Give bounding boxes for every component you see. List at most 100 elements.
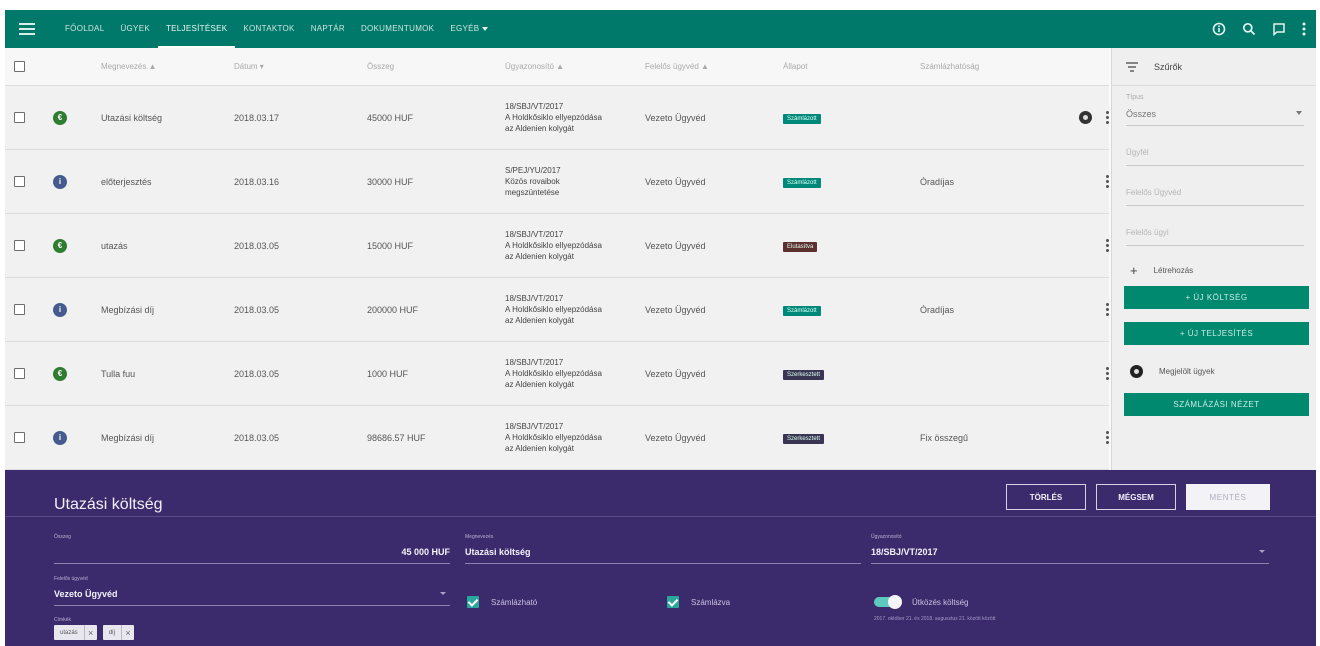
row-lawyer: Vezeto Ügyvéd (645, 368, 706, 379)
lawyer-dropdown-icon (440, 592, 446, 595)
row-date: 2018.03.16 (234, 176, 280, 187)
save-button[interactable]: Mentés (1186, 484, 1270, 510)
nav-dokumentumok[interactable]: Dokumentumok (353, 10, 442, 48)
type-caret-icon (1296, 111, 1302, 115)
header-name[interactable]: Megnevezés ▲ (101, 62, 234, 71)
header-case[interactable]: Ügyazonosító ▲ (505, 62, 645, 71)
table-row[interactable]: i előterjesztés 2018.03.16 30000 HUF S/PEJ/Y… (5, 150, 1109, 214)
settings-icon[interactable] (1079, 111, 1092, 124)
row-case[interactable]: 18/SBJ/VT/2017 A Holdkősiklo ellyepzódása… (505, 357, 645, 390)
invoice-view-button[interactable]: Számlázási nézet (1124, 393, 1309, 416)
header-state[interactable]: Állapot (783, 62, 920, 71)
nav-kontaktok[interactable]: Kontaktok (235, 10, 302, 48)
table-body: € Utazási költség 2018.03.17 45000 HUF 18/SB… (5, 86, 1109, 470)
row-checkbox[interactable] (14, 112, 25, 123)
header-amount[interactable]: Összeg (367, 62, 505, 71)
row-invoice: Fix összegű (920, 432, 969, 443)
performances-table: Megnevezés ▲ Dátum ▾ Összeg Ügyazonosító… (5, 48, 1109, 470)
chat-icon[interactable] (1272, 22, 1286, 36)
cancel-button[interactable]: Mégsem (1096, 484, 1176, 510)
row-case[interactable]: 18/SBJ/VT/2017 A Holdkősiklo ellyepzódása… (505, 421, 645, 454)
case-placeholder: Felelős ügyi (1126, 228, 1169, 237)
more-vert-icon[interactable] (1106, 111, 1109, 124)
more-vert-icon[interactable] (1106, 367, 1109, 380)
row-lawyer: Vezeto Ügyvéd (645, 176, 706, 187)
billable-check-icon (467, 596, 479, 608)
header-invoice[interactable]: Számlázhatóság (920, 62, 1039, 71)
nav-teljesitesek[interactable]: Teljesítések (157, 10, 236, 48)
row-invoice: Óradíjas (920, 176, 955, 187)
detail-title: Utazási költség (54, 496, 163, 513)
tags-label: Címkék (54, 617, 71, 623)
billable-checkbox[interactable]: Számlázható (467, 596, 537, 608)
detail-editor: Utazási költség Törlés Mégsem Mentés Öss… (5, 470, 1316, 646)
row-case-line: az Aldenien kolygát (505, 124, 574, 133)
row-case[interactable]: 18/SBJ/VT/2017 A Holdkősiklo ellyepzódása… (505, 293, 645, 326)
select-all-checkbox[interactable] (14, 61, 25, 72)
row-type-cell: i (45, 174, 101, 189)
nav-ugyek[interactable]: Ügyek (112, 10, 158, 48)
more-vert-icon[interactable] (1106, 239, 1109, 252)
row-state-cell: Számlázott (783, 112, 920, 124)
invoiced-checkbox[interactable]: Számlázva (667, 596, 730, 608)
table-row[interactable]: i Megbízási díj 2018.03.05 98686.57 HUF 18/S… (5, 406, 1109, 470)
row-state-cell: Szerkesztett (783, 432, 920, 444)
more-vert-icon[interactable] (1106, 303, 1109, 316)
filter-header[interactable]: Szűrők (1112, 48, 1316, 86)
nav-fooldal[interactable]: Főoldal (57, 10, 112, 48)
new-performance-button[interactable]: + Új teljesítés (1124, 322, 1309, 345)
nav-egyeb[interactable]: Egyéb (442, 10, 496, 48)
billable-label: Számlázható (491, 597, 538, 607)
table-row[interactable]: € Utazási költség 2018.03.17 45000 HUF 18/SB… (5, 86, 1109, 150)
lawyer-field[interactable]: Felelős Ügyvéd (1126, 166, 1304, 206)
header-lawyer[interactable]: Felelős ügyvéd ▲ (645, 62, 783, 71)
row-checkbox[interactable] (14, 176, 25, 187)
euro-icon: € (53, 110, 67, 125)
table-row[interactable]: € utazás 2018.03.05 15000 HUF 18/SBJ/VT/2017… (5, 214, 1109, 278)
client-field[interactable]: Ügyfél (1126, 126, 1304, 166)
marked-row[interactable]: Megjelölt ügyek (1112, 355, 1316, 387)
row-type-cell: € (45, 110, 101, 125)
row-case-line: az Aldenien kolygát (505, 380, 574, 389)
more-vert-icon[interactable] (1106, 431, 1109, 444)
type-select[interactable]: Típus Összes (1126, 86, 1304, 126)
remove-tag-icon[interactable]: × (121, 625, 134, 640)
more-vert-icon[interactable] (1302, 22, 1306, 36)
detail-divider (5, 516, 1316, 517)
type-value: Összes (1126, 109, 1157, 119)
row-case[interactable]: 18/SBJ/VT/2017 A Holdkősiklo ellyepzódása… (505, 101, 645, 134)
row-checkbox[interactable] (14, 368, 25, 379)
row-checkbox[interactable] (14, 240, 25, 251)
search-icon[interactable] (1242, 22, 1256, 36)
row-case-id: 18/SBJ/VT/2017 (505, 230, 564, 239)
delete-button[interactable]: Törlés (1006, 484, 1086, 510)
amount-field[interactable]: Összeg 45 000 HUF (54, 532, 450, 564)
info-icon[interactable] (1212, 22, 1226, 36)
remove-tag-icon[interactable]: × (83, 625, 97, 640)
row-amount: 45000 HUF (367, 112, 414, 123)
amount-value: 45 000 HUF (401, 547, 450, 557)
row-name: Tulla fuu (101, 368, 136, 379)
lawyer-select[interactable]: Felelős ügyvéd Vezeto Ügyvéd (54, 574, 450, 606)
status-badge: Szerkesztett (783, 433, 825, 444)
tag-chip: díj × (102, 625, 135, 640)
cost-toggle[interactable]: Ütközés költség (874, 595, 968, 609)
row-case[interactable]: S/PEJ/YU/2017 Közös rovaibok megszüntetése (505, 165, 645, 198)
hamburger-menu-icon[interactable] (19, 23, 35, 35)
amount-label: Összeg (54, 534, 71, 540)
more-vert-icon[interactable] (1106, 175, 1109, 188)
new-cost-button[interactable]: + Új költség (1124, 286, 1309, 309)
case-select[interactable]: Ügyazonosító 18/SBJ/VT/2017 (871, 532, 1269, 564)
case-field[interactable]: Felelős ügyi (1126, 206, 1304, 246)
row-select-cell (5, 112, 45, 123)
row-checkbox[interactable] (14, 432, 25, 443)
row-checkbox[interactable] (14, 304, 25, 315)
table-row[interactable]: € Tulla fuu 2018.03.05 1000 HUF 18/SBJ/VT/20… (5, 342, 1109, 406)
name-field[interactable]: Megnevezés Utazási költség (465, 532, 861, 564)
row-case[interactable]: 18/SBJ/VT/2017 A Holdkősiklo ellyepzódása… (505, 229, 645, 262)
row-case-line: Közös rovaibok (505, 177, 560, 186)
nav-naptar[interactable]: Naptár (303, 10, 353, 48)
header-date[interactable]: Dátum ▾ (234, 62, 367, 71)
row-date: 2018.03.05 (234, 240, 280, 251)
table-row[interactable]: i Megbízási díj 2018.03.05 200000 HUF 18/SBJ… (5, 278, 1109, 342)
